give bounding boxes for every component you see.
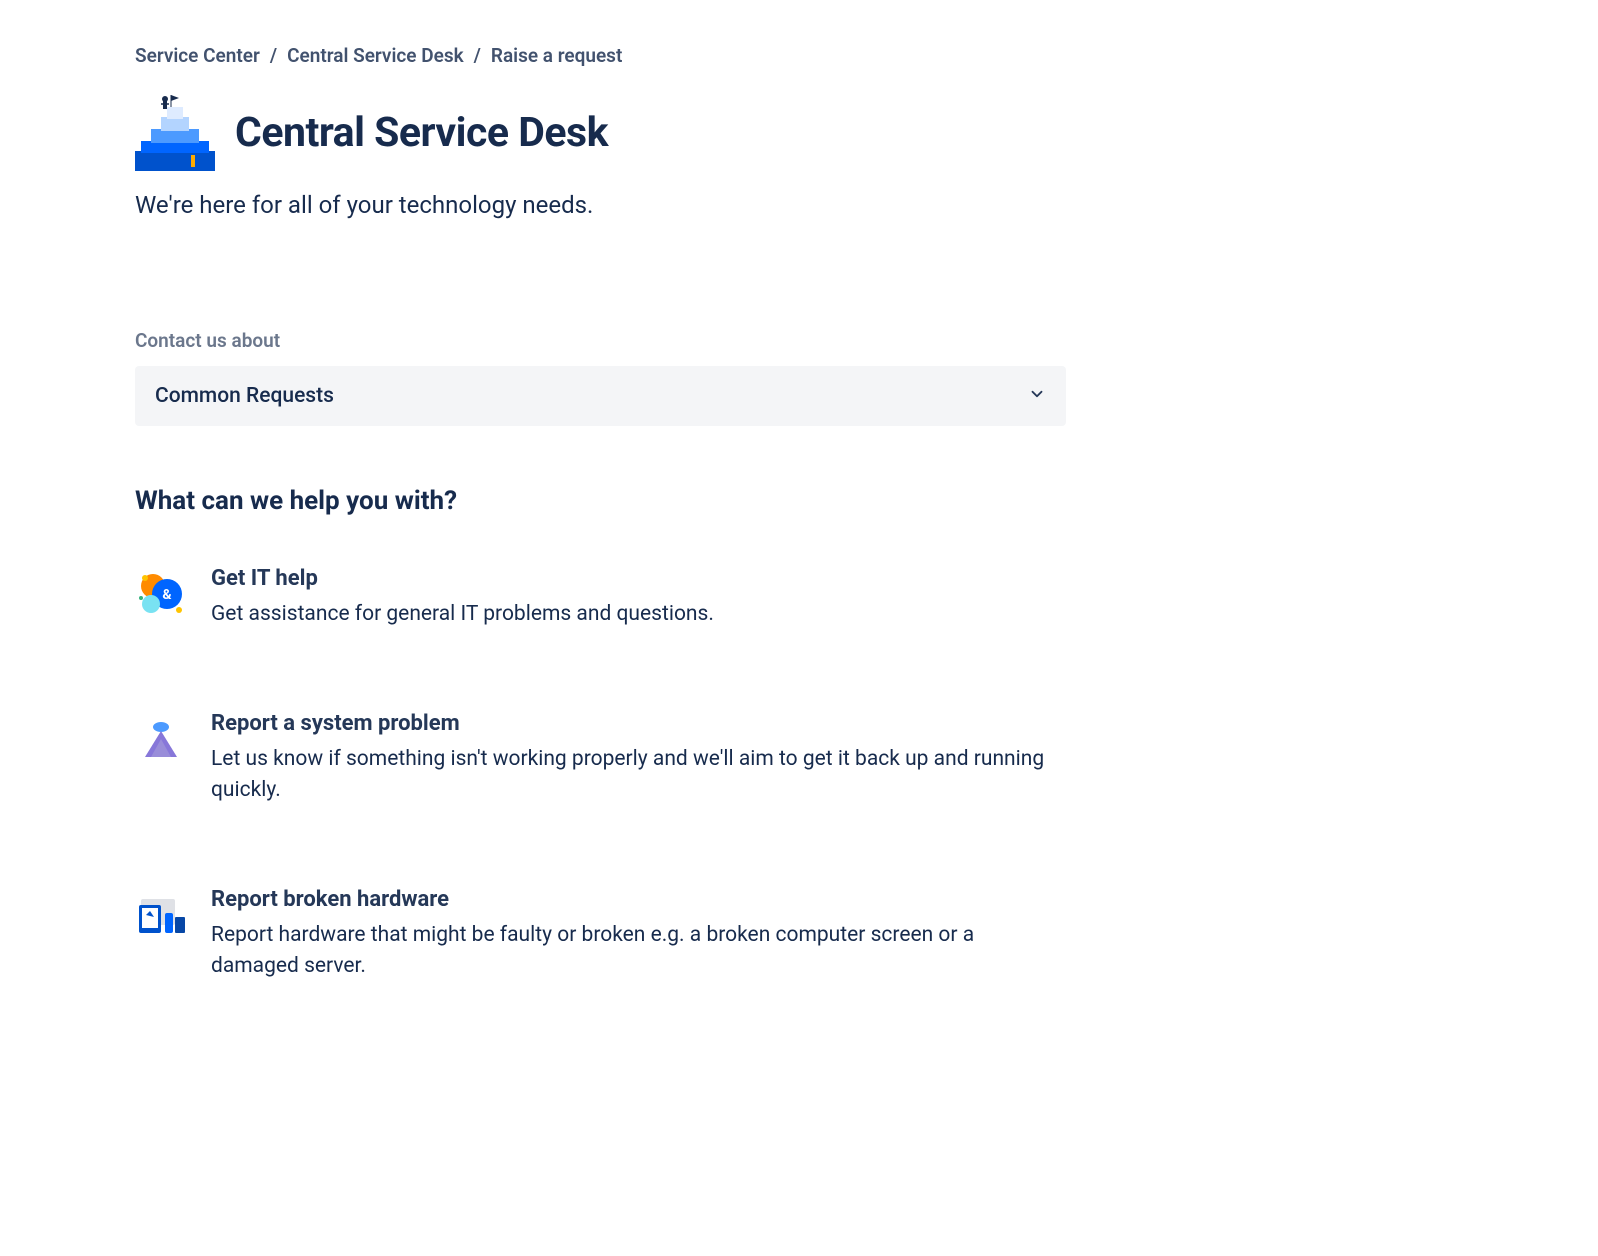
breadcrumb-item-service-center[interactable]: Service Center (135, 44, 260, 67)
page-tagline: We're here for all of your technology ne… (135, 191, 1065, 219)
request-item-report-system-problem[interactable]: Report a system problem Let us know if s… (135, 711, 1065, 807)
request-description: Report hardware that might be faulty or … (211, 920, 1065, 983)
contact-category-dropdown[interactable]: Common Requests (135, 366, 1066, 426)
svg-text:&: & (162, 587, 172, 603)
request-title: Report a system problem (211, 711, 1065, 736)
chevron-down-icon (1028, 385, 1046, 407)
contact-label: Contact us about (135, 329, 1065, 352)
breadcrumb-item-raise-request[interactable]: Raise a request (491, 44, 622, 67)
breadcrumb-separator: / (270, 44, 277, 67)
request-description: Let us know if something isn't working p… (211, 744, 1065, 807)
request-item-report-broken-hardware[interactable]: Report broken hardware Report hardware t… (135, 887, 1065, 983)
dropdown-selected-value: Common Requests (155, 384, 334, 408)
header: Central Service Desk (135, 95, 1065, 171)
request-title: Get IT help (211, 566, 1065, 591)
request-title: Report broken hardware (211, 887, 1065, 912)
request-description: Get assistance for general IT problems a… (211, 599, 1065, 631)
system-alert-icon (135, 711, 187, 763)
request-item-get-it-help[interactable]: & Get IT help Get assistance for general… (135, 566, 1065, 631)
service-desk-logo-icon (135, 95, 215, 171)
breadcrumb: Service Center / Central Service Desk / … (135, 44, 1065, 67)
chat-help-icon: & (135, 566, 187, 618)
help-heading: What can we help you with? (135, 486, 1065, 516)
breadcrumb-separator: / (474, 44, 481, 67)
devices-icon (135, 887, 187, 939)
page-title: Central Service Desk (235, 109, 608, 157)
breadcrumb-item-central-service-desk[interactable]: Central Service Desk (287, 44, 464, 67)
